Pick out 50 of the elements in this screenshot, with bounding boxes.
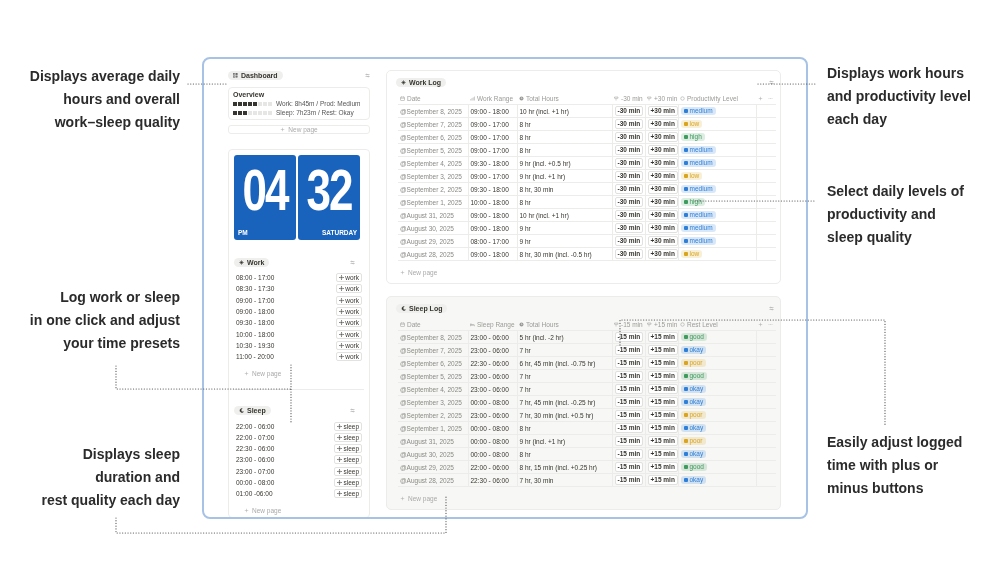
clock-icon: [519, 321, 524, 327]
circle-icon: [680, 95, 685, 101]
plus-icon: [758, 321, 763, 327]
sun-icon: [401, 79, 406, 85]
cross-arrows-icon: [339, 297, 345, 303]
leader-line: [187, 83, 229, 85]
clock-digits: 04: [242, 162, 288, 220]
leader-line: [757, 83, 816, 85]
plus-icon: [244, 508, 249, 514]
callout-text: Select daily levels of productivity and sleep quality: [827, 182, 965, 247]
cross-arrows-icon: [339, 275, 345, 281]
cross-arrows-icon: [339, 286, 345, 292]
plus-icon: [280, 127, 286, 132]
sliders-icon: [365, 73, 370, 78]
cross-arrows-icon: [339, 309, 345, 315]
sun-icon: [239, 259, 244, 265]
calendar-icon: [400, 321, 405, 327]
plus-icon: [400, 496, 405, 501]
cross-arrows-icon: [337, 468, 343, 474]
cross-arrows-icon: [337, 480, 343, 485]
cross-arrows-icon: [337, 457, 343, 463]
clock-icon: [519, 95, 524, 101]
cross-arrows-icon: [339, 320, 345, 326]
cross-arrows-icon: [337, 446, 343, 452]
callout-text: Easily adjust logged time with plus or minus buttons: [827, 433, 964, 498]
sliders-icon: [350, 407, 355, 413]
moon-icon: [239, 407, 244, 413]
callout-text: Displays sleep duration and rest quality each day: [41, 445, 181, 510]
plus-icon: [244, 371, 249, 377]
sliders-icon: [769, 79, 774, 85]
callout-text: Displays work hours and productivity level each day: [827, 64, 972, 129]
plus-icon: [400, 270, 405, 275]
calendar-icon: [400, 95, 405, 101]
cross-arrows-icon: [337, 434, 343, 440]
cross-arrows-icon: [339, 342, 345, 348]
moon-icon: [401, 305, 406, 311]
bar-chart-icon: [470, 95, 475, 101]
cross-arrows-icon: [339, 354, 345, 360]
circle-icon: [680, 321, 685, 327]
cross-arrows-icon: [337, 423, 343, 429]
cross-arrows-icon: [339, 331, 345, 337]
sliders-icon: [350, 259, 355, 265]
callout-text: Displays average daily hours and overall work–sleep quality: [29, 67, 181, 132]
bed-icon: [470, 321, 475, 327]
callout-text: Log work or sleep in one click and adjust your time presets: [29, 288, 181, 353]
grid-icon: [233, 73, 238, 78]
clock-digits: 32: [306, 162, 352, 220]
plus-icon: [758, 95, 763, 101]
sliders-icon: [769, 305, 774, 311]
cross-arrows-icon: [337, 491, 343, 497]
